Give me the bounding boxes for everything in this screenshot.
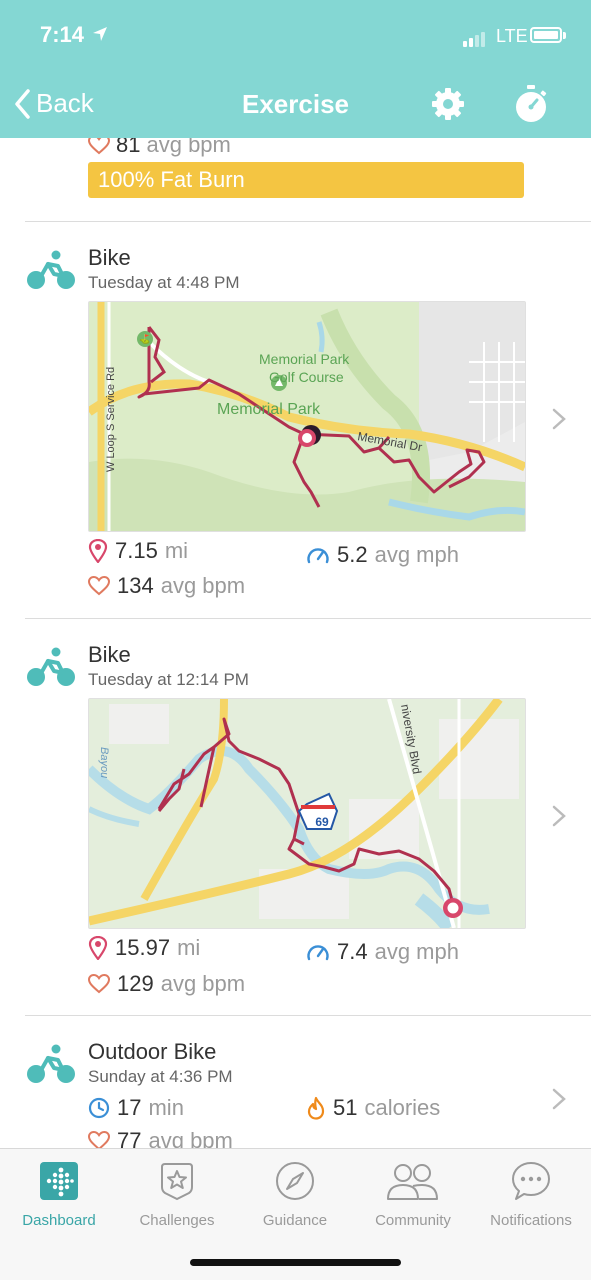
tab-label: Notifications xyxy=(490,1212,572,1229)
dashboard-icon xyxy=(40,1162,78,1200)
divider xyxy=(25,618,591,619)
route-map[interactable]: 69 Bayou niversity Blvd xyxy=(88,698,526,929)
signal-icon xyxy=(463,29,487,47)
tab-challenges[interactable]: Challenges xyxy=(118,1161,236,1229)
star-badge-icon xyxy=(161,1163,193,1201)
status-bar: 7:14 LTE xyxy=(0,0,591,70)
bpm-unit: avg bpm xyxy=(148,1128,233,1148)
back-button[interactable]: Back xyxy=(14,88,94,119)
chevron-right-icon[interactable] xyxy=(552,1088,566,1110)
tab-community[interactable]: Community xyxy=(354,1161,472,1229)
home-indicator[interactable] xyxy=(190,1259,401,1266)
speed-value: 7.4 xyxy=(337,939,368,964)
activity-date: Tuesday at 4:48 PM xyxy=(88,273,240,292)
calories-unit: calories xyxy=(364,1095,441,1120)
tab-guidance[interactable]: Guidance xyxy=(236,1161,354,1229)
calories-stat: 51 calories xyxy=(306,1095,440,1121)
clock-icon xyxy=(88,1097,110,1119)
fat-burn-bar: 100% Fat Burn xyxy=(88,162,524,198)
tab-label: Dashboard xyxy=(22,1212,96,1229)
carrier-label: LTE xyxy=(496,26,528,46)
bpm-value: 77 xyxy=(117,1128,142,1148)
map-label-highway: 69 xyxy=(315,815,329,829)
bike-icon xyxy=(27,647,75,686)
tab-label: Community xyxy=(375,1212,451,1229)
map-label-golf-1: Memorial Park xyxy=(259,351,350,367)
chevron-left-icon xyxy=(15,88,30,119)
back-label: Back xyxy=(36,88,94,118)
speed-stat: 5.2 avg mph xyxy=(306,542,459,568)
calories-value: 51 xyxy=(333,1095,358,1120)
activity-date: Sunday at 4:36 PM xyxy=(88,1067,233,1086)
heart-rate-stat: 77 avg bpm xyxy=(88,1128,233,1148)
tab-label: Guidance xyxy=(262,1212,328,1229)
bpm-value: 129 xyxy=(117,971,154,996)
distance-value: 7.15 xyxy=(115,538,158,563)
bpm-value: 134 xyxy=(117,573,154,598)
duration-stat: 17 min xyxy=(88,1095,184,1121)
divider xyxy=(25,1015,591,1016)
people-icon xyxy=(387,1164,438,1200)
distance-value: 15.97 xyxy=(115,935,171,960)
location-pin-icon xyxy=(88,936,108,960)
previous-bpm-stat: 81 avg bpm xyxy=(88,138,231,158)
tab-dashboard[interactable]: Dashboard xyxy=(0,1161,118,1229)
heart-rate-stat: 129 avg bpm xyxy=(88,971,245,997)
status-time: 7:14 xyxy=(40,22,85,47)
duration-unit: min xyxy=(148,1095,184,1120)
location-arrow-icon xyxy=(93,27,107,41)
gear-icon[interactable] xyxy=(430,86,466,122)
chevron-right-icon[interactable] xyxy=(552,408,566,430)
flame-icon xyxy=(307,1096,325,1120)
map-label-golf-2: Golf Course xyxy=(269,369,344,385)
activity-title: Outdoor Bike xyxy=(88,1039,217,1064)
route-map[interactable]: ⛳ Memorial Park Golf Course Memorial Par… xyxy=(88,301,526,532)
stopwatch-icon[interactable] xyxy=(513,84,549,124)
distance-unit: mi xyxy=(177,935,201,960)
exercise-list[interactable]: 81 avg bpm 100% Fat Burn Bike Tuesday at… xyxy=(0,138,591,1148)
heart-rate-stat: 134 avg bpm xyxy=(88,573,245,599)
chat-bubble-icon xyxy=(512,1162,550,1200)
heart-icon xyxy=(88,974,110,994)
speed-value: 5.2 xyxy=(337,542,368,567)
heart-icon xyxy=(88,576,110,596)
bike-icon xyxy=(27,250,75,289)
compass-icon xyxy=(276,1162,314,1200)
speed-unit: avg mph xyxy=(374,939,459,964)
activity-title: Bike xyxy=(88,245,131,270)
activity-date: Tuesday at 12:14 PM xyxy=(88,670,249,689)
bpm-unit: avg bpm xyxy=(160,971,246,996)
battery-tip xyxy=(563,32,566,39)
battery-icon xyxy=(530,27,562,43)
previous-bpm-unit: avg bpm xyxy=(146,138,231,157)
chevron-right-icon[interactable] xyxy=(552,805,566,827)
bpm-unit: avg bpm xyxy=(160,573,246,598)
location-pin-icon xyxy=(88,539,108,563)
duration-value: 17 xyxy=(117,1095,142,1120)
tab-notifications[interactable]: Notifications xyxy=(472,1161,590,1229)
speedometer-icon xyxy=(307,945,329,961)
distance-stat: 15.97 mi xyxy=(88,935,200,961)
map-label-service-rd: W Loop S Service Rd xyxy=(105,367,117,472)
speed-stat: 7.4 avg mph xyxy=(306,939,459,965)
distance-unit: mi xyxy=(164,538,189,563)
divider xyxy=(25,221,591,222)
distance-stat: 7.15 mi xyxy=(88,538,188,564)
activity-title: Bike xyxy=(88,642,131,667)
svg-text:⛳: ⛳ xyxy=(139,333,150,345)
heart-icon xyxy=(88,138,110,155)
map-label-bayou: Bayou xyxy=(98,747,110,778)
bike-icon xyxy=(27,1044,75,1083)
speedometer-icon xyxy=(307,548,329,564)
heart-icon xyxy=(88,1131,110,1148)
previous-bpm-value: 81 xyxy=(116,138,141,157)
map-label-park: Memorial Park xyxy=(217,401,321,418)
tab-label: Challenges xyxy=(139,1212,215,1229)
speed-unit: avg mph xyxy=(374,542,459,567)
